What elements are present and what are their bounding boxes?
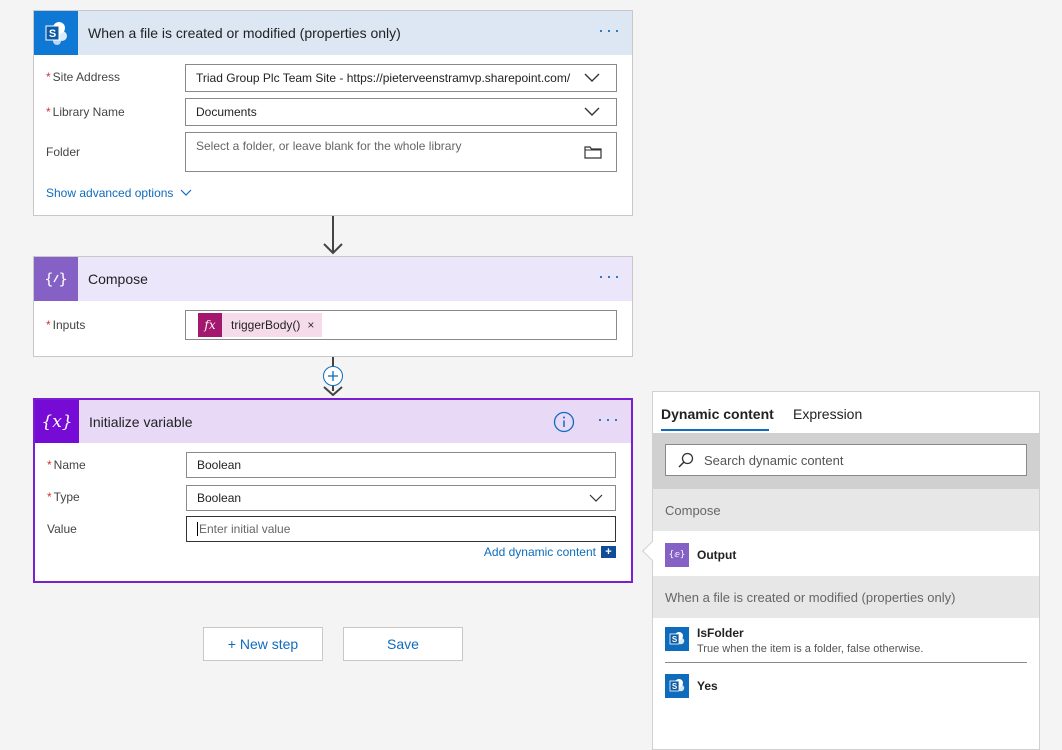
add-dynamic-content-link[interactable]: Add dynamic content +	[484, 545, 616, 559]
tab-dynamic-content[interactable]: Dynamic content	[661, 406, 774, 422]
dynamic-item-title: IsFolder	[697, 626, 744, 640]
svg-text:S: S	[672, 682, 678, 691]
panel-pointer	[642, 541, 662, 561]
compose-card: { } Compose ··· * Inputs fx triggerBody()…	[33, 256, 633, 357]
arrow-down-icon	[323, 386, 343, 396]
name-label-text: Name	[53, 458, 86, 472]
folder-icon[interactable]	[584, 145, 602, 159]
section-header-compose: Compose	[653, 489, 1039, 531]
variable-type-value: Boolean	[197, 491, 242, 505]
required-mark: *	[46, 105, 51, 119]
type-label: * Type	[47, 490, 80, 504]
folder-label: Folder	[46, 145, 81, 159]
initialize-variable-header[interactable]: {x} Initialize variable ···	[35, 400, 631, 443]
folder-placeholder: Select a folder, or leave blank for the …	[196, 139, 462, 153]
required-mark: *	[46, 318, 51, 332]
variable-type-dropdown[interactable]: Boolean	[186, 485, 616, 511]
site-address-dropdown[interactable]: Triad Group Plc Team Site - https://piet…	[185, 64, 617, 92]
tab-expression[interactable]: Expression	[793, 406, 862, 422]
section-title: Compose	[665, 502, 721, 518]
compose-icon: { }	[34, 257, 78, 301]
more-options-icon[interactable]: ···	[598, 21, 622, 39]
compose-card-header[interactable]: { } Compose ···	[34, 257, 632, 301]
tab-active-underline	[661, 429, 769, 431]
sharepoint-icon: S	[665, 627, 689, 651]
compose-icon: {ⅇ}	[665, 543, 689, 567]
trigger-card-title: When a file is created or modified (prop…	[88, 25, 401, 41]
compose-card-title: Compose	[88, 271, 148, 287]
chevron-down-icon	[584, 73, 600, 82]
section-header-trigger: When a file is created or modified (prop…	[653, 576, 1039, 618]
dynamic-item-isfolder[interactable]: S IsFolder True when the item is a folde…	[665, 626, 1027, 655]
variable-icon: {x}	[35, 400, 79, 443]
folder-input[interactable]: Select a folder, or leave blank for the …	[185, 132, 617, 172]
dynamic-item-description: True when the item is a folder, false ot…	[697, 643, 924, 655]
library-name-label: * Library Name	[46, 105, 125, 119]
dynamic-item-output[interactable]: {ⅇ} Output	[665, 543, 1027, 567]
variable-name-value: Boolean	[197, 458, 242, 472]
show-advanced-options-link[interactable]: Show advanced options	[46, 186, 192, 200]
variable-name-input[interactable]: Boolean	[186, 452, 616, 478]
token-label: triggerBody()	[231, 318, 301, 332]
inputs-field[interactable]: fx triggerBody() ×	[185, 310, 617, 340]
svg-text:S: S	[672, 635, 678, 644]
svg-text:S: S	[49, 28, 56, 40]
trigger-card-header[interactable]: S When a file is created or modified (pr…	[34, 11, 632, 55]
add-dynamic-content-text: Add dynamic content	[483, 545, 596, 559]
section-title: When a file is created or modified (prop…	[665, 589, 956, 605]
chevron-down-icon	[584, 107, 600, 116]
add-dynamic-content-icon: +	[601, 546, 616, 558]
new-step-button[interactable]: + New step	[203, 627, 323, 661]
dynamic-content-panel: Dynamic content Expression Search dynami…	[642, 391, 1040, 750]
search-placeholder: Search dynamic content	[704, 452, 844, 468]
site-address-value: Triad Group Plc Team Site - https://piet…	[196, 71, 571, 85]
site-address-label-text: Site Address	[52, 70, 121, 84]
expression-token[interactable]: fx triggerBody() ×	[198, 313, 323, 337]
inputs-label: * Inputs	[46, 318, 85, 332]
inputs-label-text: Inputs	[52, 318, 86, 332]
item-divider	[665, 662, 1027, 663]
trigger-card: S When a file is created or modified (pr…	[33, 10, 633, 216]
search-icon	[678, 452, 694, 468]
search-dynamic-content-input[interactable]: Search dynamic content	[665, 444, 1027, 476]
required-mark: *	[47, 458, 52, 472]
info-icon[interactable]	[553, 411, 575, 433]
variable-value-input[interactable]: Enter initial value	[186, 516, 616, 542]
arrow-down-icon	[323, 243, 343, 255]
remove-token-icon[interactable]: ×	[307, 318, 314, 332]
site-address-label: * Site Address	[46, 70, 120, 84]
value-label: Value	[47, 522, 77, 536]
chevron-down-icon	[589, 494, 603, 502]
chevron-down-icon	[180, 189, 192, 196]
library-name-label-text: Library Name	[52, 105, 125, 119]
required-mark: *	[46, 70, 51, 84]
insert-step-icon[interactable]	[323, 366, 343, 386]
fx-icon: fx	[198, 313, 222, 337]
show-advanced-options-text: Show advanced options	[46, 186, 174, 200]
sharepoint-icon: S	[34, 11, 78, 55]
more-options-icon[interactable]: ···	[598, 267, 622, 285]
name-label: * Name	[47, 458, 86, 472]
initialize-variable-title: Initialize variable	[89, 413, 193, 430]
dynamic-item-title: Output	[697, 548, 737, 562]
library-name-dropdown[interactable]: Documents	[185, 98, 617, 126]
required-mark: *	[47, 490, 52, 504]
text-cursor	[197, 522, 198, 536]
variable-value-placeholder: Enter initial value	[199, 522, 291, 536]
library-name-value: Documents	[196, 105, 257, 119]
variable-icon-glyph: {x}	[41, 411, 73, 432]
dynamic-item-title: Yes	[697, 679, 718, 693]
more-options-icon[interactable]: ···	[597, 410, 621, 428]
dynamic-item-yes[interactable]: S Yes	[665, 674, 1027, 698]
initialize-variable-card: {x} Initialize variable ··· * Name Boolea…	[33, 398, 633, 583]
sharepoint-icon: S	[665, 674, 689, 698]
type-label-text: Type	[53, 490, 80, 504]
save-button[interactable]: Save	[343, 627, 463, 661]
